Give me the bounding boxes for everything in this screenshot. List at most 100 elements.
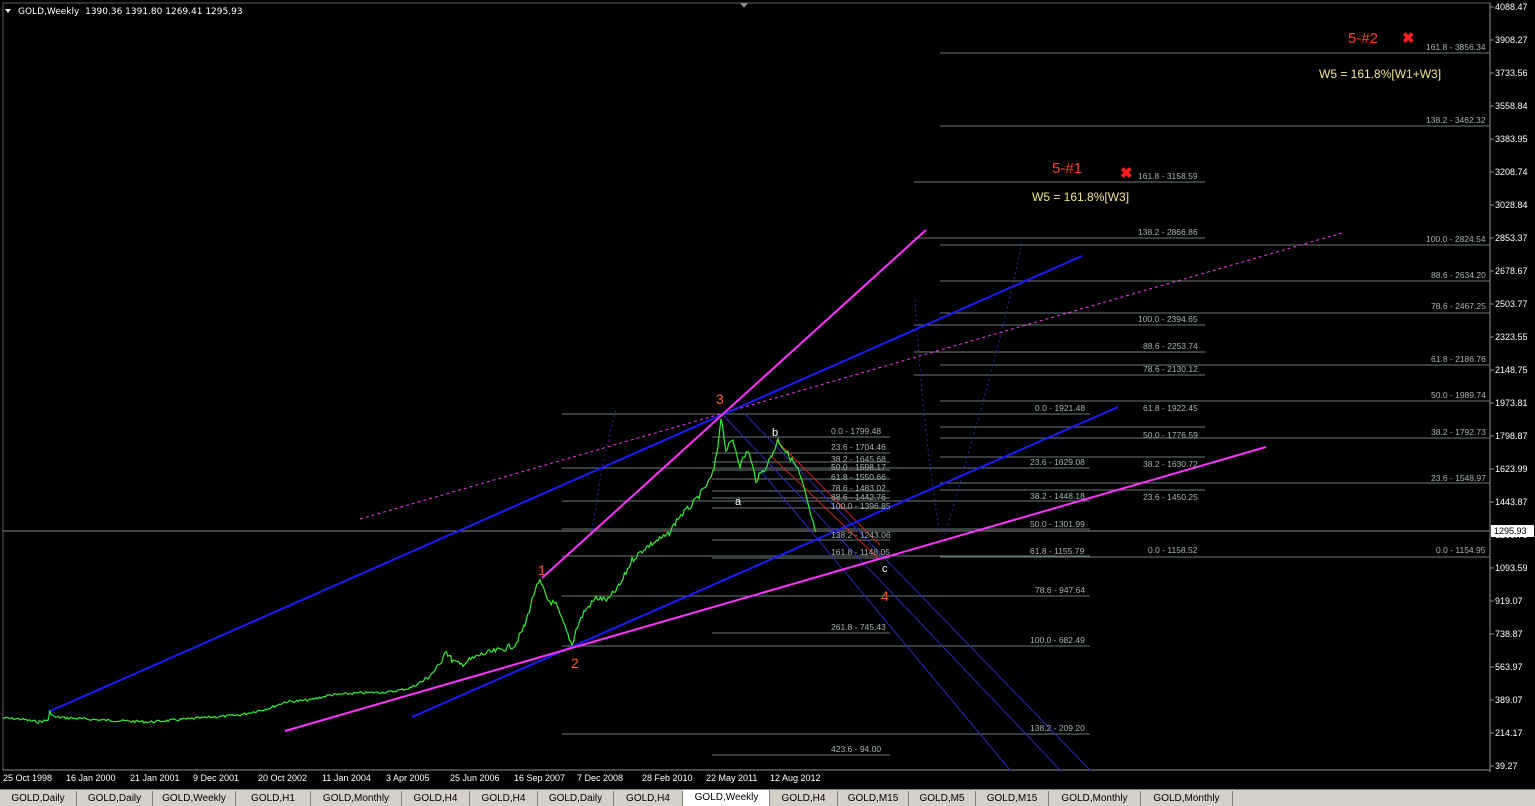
fib-label: 423.6 - 94.00: [831, 744, 881, 754]
chart-tab[interactable]: GOLD,Monthly: [311, 791, 402, 806]
price-axis-label: 1623.99: [1495, 464, 1528, 474]
fib-label: 100.0 - 1396.85: [831, 501, 891, 511]
price-axis-label: 3733.56: [1495, 68, 1528, 78]
price-axis-label: 3908.27: [1495, 35, 1528, 45]
chart-tab[interactable]: GOLD,H1: [236, 791, 311, 806]
fib-label: 61.8 - 1155.79: [1030, 546, 1084, 556]
fib-label: 100.0 - 2824.54: [1426, 234, 1486, 244]
target-annotations: 5-#1 ✖ W5 = 161.8%[W3] 5-#2 ✖ W5 = 161.8…: [1032, 30, 1441, 204]
target-2-marker-icon: ✖: [1402, 30, 1415, 47]
fib-label: 61.8 - 1550.66: [831, 472, 886, 482]
chart-tab[interactable]: GOLD,Weekly: [683, 790, 770, 806]
fib-label: 50.0 - 1989.74: [1431, 390, 1486, 400]
target-2-text: W5 = 161.8%[W1+W3]: [1319, 67, 1441, 81]
price-axis-label: 1798.87: [1495, 431, 1528, 441]
wave-label-4: 4: [881, 588, 889, 604]
chart-tab[interactable]: GOLD,Daily: [77, 791, 153, 806]
price-axis-label: 2323.55: [1495, 332, 1528, 342]
time-axis-label: 16 Jan 2000: [66, 773, 116, 783]
fib-label: 88.6 - 2634.20: [1431, 270, 1486, 280]
fib-label: 138.2 - 3462.32: [1426, 115, 1486, 125]
fib-label: 161.8 - 3158.59: [1138, 171, 1198, 181]
magenta-trendline-steep[interactable]: [541, 229, 927, 579]
price-axis: 4088.47 3908.27 3733.56 3558.84 3383.95 3208.…: [1490, 2, 1528, 771]
chart-tab[interactable]: GOLD,H4: [614, 791, 683, 806]
price-axis-label: 2678.67: [1495, 266, 1528, 276]
fib-label: 261.8 - 745.43: [831, 622, 886, 632]
chart-frame: [2, 2, 1491, 771]
target-1-marker-icon: ✖: [1120, 165, 1133, 182]
chart-tab[interactable]: GOLD,M15: [838, 791, 909, 806]
projection-curve[interactable]: [944, 239, 1023, 536]
chart-tab[interactable]: GOLD,M5: [909, 791, 976, 806]
price-axis-label: 3208.74: [1495, 167, 1528, 177]
price-axis-label: 738.87: [1495, 629, 1523, 639]
time-axis-label: 28 Feb 2010: [642, 773, 693, 783]
chart-tab[interactable]: GOLD,Monthly: [1141, 791, 1233, 806]
projection-curve[interactable]: [591, 409, 617, 536]
chart-menu-arrow-icon[interactable]: [5, 9, 11, 13]
time-axis-label: 9 Dec 2001: [193, 773, 239, 783]
price-axis-label: 2503.77: [1495, 299, 1528, 309]
time-axis-label: 3 Apr 2005: [386, 773, 430, 783]
fib-label: 23.6 - 1629.08: [1030, 457, 1085, 467]
fib-label: 0.0 - 1154.95: [1436, 545, 1486, 555]
fib-label: 138.2 - 209.20: [1030, 723, 1085, 733]
fib-label: 138.2 - 2866.86: [1138, 227, 1198, 237]
chart-shift-marker-icon[interactable]: [740, 3, 748, 8]
projection-curve[interactable]: [914, 299, 941, 536]
fib-label: 78.6 - 2130.12: [1143, 364, 1198, 374]
fib-label: 61.8 - 2186.76: [1431, 354, 1486, 364]
price-axis-label: 919.07: [1495, 596, 1523, 606]
price-axis-label: 1973.81: [1495, 398, 1528, 408]
wave-label-1: 1: [538, 562, 546, 578]
channel-line[interactable]: [721, 413, 1061, 771]
fib-label: 138.2 - 1243.06: [831, 530, 891, 540]
chart-tab[interactable]: GOLD,M15: [976, 791, 1049, 806]
price-axis-label: 3028.84: [1495, 200, 1528, 210]
fib-label: 38.2 - 1630.72: [1143, 459, 1198, 469]
chart-tab[interactable]: GOLD,H4: [402, 791, 470, 806]
channel-line[interactable]: [759, 469, 1011, 771]
price-axis-label: 1093.59: [1495, 563, 1528, 573]
chart-tab[interactable]: GOLD,H4: [470, 791, 538, 806]
wave-label-2: 2: [571, 655, 579, 671]
time-axis-label: 7 Dec 2008: [577, 773, 623, 783]
chart-tab-bar: GOLD,Daily GOLD,Daily GOLD,Weekly GOLD,H1 GO…: [0, 789, 1535, 806]
fib-label: 0.0 - 1158.52: [1148, 545, 1198, 555]
chart-tab[interactable]: GOLD,Weekly: [153, 791, 236, 806]
fib-label: 50.0 - 1776.59: [1143, 430, 1198, 440]
price-axis-label: 389.07: [1495, 695, 1523, 705]
chart-tab[interactable]: GOLD,Daily: [0, 791, 77, 806]
wave-label-b: b: [772, 427, 778, 439]
fib-label: 0.0 - 1921.48: [1035, 403, 1085, 413]
fib-label: 78.6 - 2467.25: [1431, 301, 1486, 311]
time-axis-label: 20 Oct 2002: [258, 773, 307, 783]
chart-area[interactable]: 4088.47 3908.27 3733.56 3558.84 3383.95 3208.…: [0, 0, 1535, 789]
magenta-trendline-base[interactable]: [284, 446, 1267, 732]
wave-label-3: 3: [716, 391, 724, 407]
fib-label: 38.2 - 1792.73: [1431, 427, 1486, 437]
time-axis-label: 12 Aug 2012: [770, 773, 821, 783]
chart-canvas[interactable]: 4088.47 3908.27 3733.56 3558.84 3383.95 3208.…: [0, 0, 1535, 789]
fib-label: 38.2 - 1448.18: [1030, 491, 1085, 501]
fib-label: 78.6 - 947.64: [1035, 585, 1085, 595]
chart-tab[interactable]: GOLD,H4: [770, 791, 838, 806]
chart-tab[interactable]: GOLD,Monthly: [1049, 791, 1141, 806]
blue-trendline-upper[interactable]: [47, 255, 1083, 713]
time-axis-label: 11 Jan 2004: [322, 773, 371, 783]
price-axis-label: 563.97: [1495, 662, 1523, 672]
wave-label-a: a: [735, 496, 742, 508]
time-axis: 25 Oct 1998 16 Jan 2000 21 Jan 2001 9 Dec 2…: [3, 773, 821, 783]
target-2-label: 5-#2: [1348, 30, 1378, 47]
price-axis-label: 214.17: [1495, 728, 1523, 738]
fibonacci-levels[interactable]: [562, 52, 1490, 756]
price-axis-label: 4088.47: [1495, 2, 1528, 12]
current-price-label: 1295.93: [1494, 526, 1527, 536]
fib-label: 50.0 - 1598.17: [831, 462, 886, 472]
fib-label: 23.6 - 1704.46: [831, 442, 886, 452]
chart-tab[interactable]: GOLD,Daily: [538, 791, 614, 806]
price-axis-label: 3558.84: [1495, 101, 1528, 111]
price-axis-label: 1443.87: [1495, 497, 1528, 507]
price-axis-label: 2853.37: [1495, 233, 1528, 243]
